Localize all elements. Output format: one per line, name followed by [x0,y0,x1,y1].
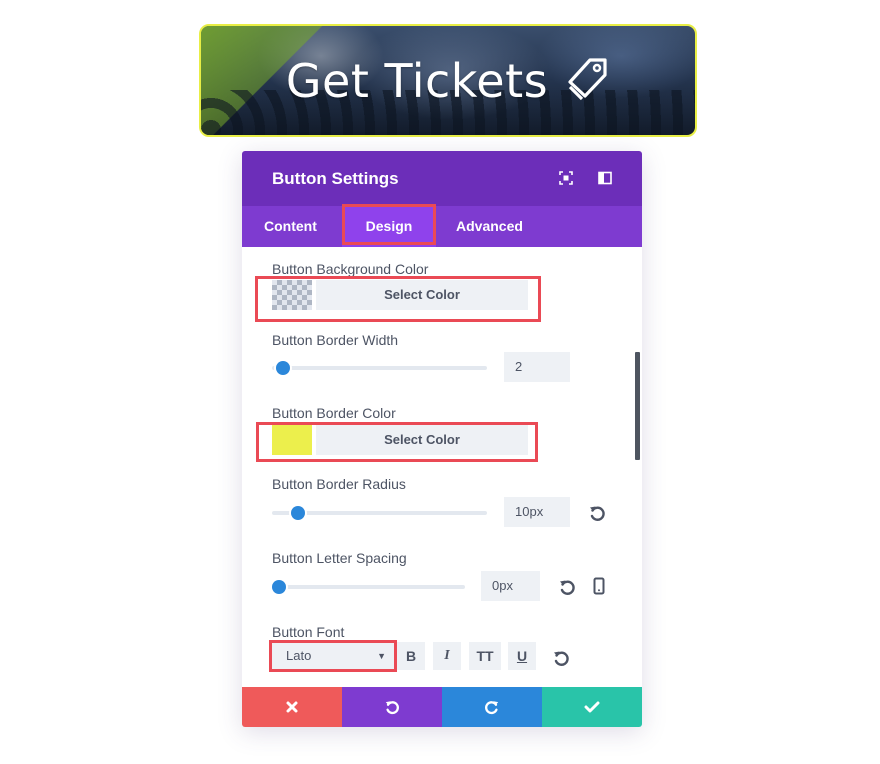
border-radius-input[interactable]: 10px [504,497,570,527]
tab-design-highlight [342,204,436,245]
redo-button[interactable] [442,687,542,727]
tab-advanced[interactable]: Advanced [456,206,523,247]
tab-advanced-label: Advanced [456,218,523,234]
reset-icon[interactable] [558,578,576,596]
border-width-slider-thumb[interactable] [276,361,290,375]
reset-icon[interactable] [552,649,570,667]
transparent-swatch[interactable] [272,280,312,310]
check-icon [584,701,600,713]
uppercase-button[interactable]: TT [469,642,501,670]
font-select[interactable]: Lato ▼ [272,643,394,669]
sidebar-icon[interactable] [598,171,612,185]
panel-title: Button Settings [272,169,399,188]
italic-button[interactable]: I [433,642,461,670]
save-button[interactable] [542,687,642,727]
mobile-icon[interactable] [590,577,608,595]
underline-button[interactable]: U [508,642,536,670]
letter-spacing-slider[interactable] [272,585,465,589]
button-settings-panel: Button Settings Content Design Advanced … [242,151,642,727]
tag-icon [566,56,610,106]
discard-button[interactable] [242,687,342,727]
redo-icon [485,701,499,715]
panel-footer [242,687,642,727]
border-radius-label: Button Border Radius [272,476,406,492]
bg-color-picker: Select Color [272,280,528,310]
border-width-slider[interactable] [272,366,487,370]
reset-icon[interactable] [588,504,606,522]
settings-body: Button Background Color Select Color But… [242,247,642,687]
bg-color-label: Button Background Color [272,261,429,277]
font-select-value: Lato [286,648,312,663]
caret-down-icon: ▼ [377,651,386,661]
bg-select-color-button[interactable]: Select Color [316,280,528,310]
yellow-swatch[interactable] [272,425,312,455]
bold-button[interactable]: B [397,642,425,670]
border-radius-slider-thumb[interactable] [291,506,305,520]
letter-spacing-input[interactable]: 0px [481,571,540,601]
undo-icon [385,701,399,715]
border-width-input[interactable]: 2 [504,352,570,382]
border-color-picker: Select Color [272,425,528,455]
tab-bar: Content Design Advanced [242,204,642,247]
expand-icon[interactable] [559,171,573,185]
undo-button[interactable] [342,687,442,727]
border-select-color-button[interactable]: Select Color [316,425,528,455]
preview-button-label: Get Tickets [285,53,549,108]
tab-content-label: Content [264,218,317,234]
tab-content[interactable]: Content [264,206,317,247]
border-color-label: Button Border Color [272,405,396,421]
preview-button[interactable]: Get Tickets [199,24,697,137]
tab-design[interactable]: Design [342,204,436,247]
border-width-label: Button Border Width [272,332,399,348]
scrollbar[interactable] [635,352,640,460]
panel-header: Button Settings [242,151,642,206]
letter-spacing-slider-thumb[interactable] [272,580,286,594]
close-icon [286,701,298,713]
font-label: Button Font [272,624,345,640]
letter-spacing-label: Button Letter Spacing [272,550,407,566]
